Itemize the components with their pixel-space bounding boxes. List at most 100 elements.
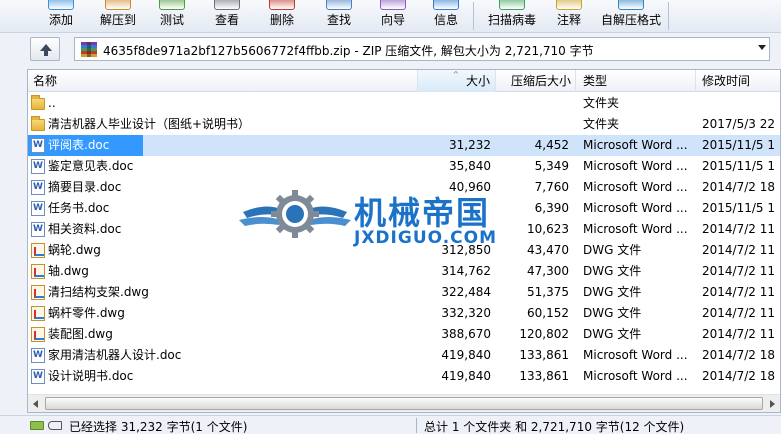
- dwg-file-icon: [31, 327, 45, 342]
- file-packed-size: [496, 93, 574, 114]
- file-row[interactable]: 鉴定意见表.doc 35,840 5,349 Microsoft Word ... 20…: [28, 156, 780, 177]
- file-name: 轴.dwg: [48, 264, 89, 278]
- toolbar-button-label: 信息: [433, 13, 458, 27]
- file-row[interactable]: 清扫结构支架.dwg 322,484 51,375 DWG 文件 2014/7/2 11: [28, 282, 780, 303]
- toolbar-button-3[interactable]: 查看: [205, 0, 249, 33]
- file-name: 摘要目录.doc: [48, 180, 122, 194]
- file-row[interactable]: 轴.dwg 314,762 47,300 DWG 文件 2014/7/2 11: [28, 261, 780, 282]
- column-modified[interactable]: 修改时间: [696, 70, 780, 92]
- address-bar: 4635f8de971a2bf127b5606772f4ffbb.zip - Z…: [0, 35, 781, 64]
- file-name-cell: 设计说明书.doc: [28, 366, 418, 387]
- file-size: [418, 93, 496, 114]
- toolbar-button-4[interactable]: 删除: [262, 0, 302, 33]
- file-size: 332,320: [441, 306, 491, 320]
- file-modified: 2015/11/5 1: [702, 138, 775, 152]
- file-name-cell: 清洁机器人毕业设计（图纸+说明书）: [28, 114, 418, 135]
- column-packed[interactable]: 压缩后大小: [496, 70, 576, 92]
- file-size: 312,850: [441, 243, 491, 257]
- column-type-label: 类型: [583, 74, 608, 88]
- file-row[interactable]: 设计说明书.doc 419,840 133,861 Microsoft Word ..…: [28, 366, 780, 387]
- scroll-right-icon[interactable]: [770, 400, 775, 408]
- toolbar-button-1[interactable]: 解压到: [95, 0, 141, 33]
- file-row[interactable]: 蜗杆零件.dwg 332,320 60,152 DWG 文件 2014/7/2 11: [28, 303, 780, 324]
- file-row[interactable]: 装配图.dwg 388,670 120,802 DWG 文件 2014/7/2 11: [28, 324, 780, 345]
- dwg-file-icon: [31, 243, 45, 258]
- file-packed-size: 7,760: [534, 180, 569, 194]
- file-name: 清洁机器人毕业设计（图纸+说明书）: [48, 117, 251, 131]
- toolbar-button-label: 向导: [380, 13, 405, 27]
- file-packed-size: 133,861: [519, 369, 569, 383]
- toolbar-button-2[interactable]: 测试: [152, 0, 192, 33]
- file-name-cell: 任务书.doc: [28, 198, 418, 219]
- file-size: 40,960: [449, 180, 491, 194]
- file-type: Microsoft Word ...: [583, 180, 688, 194]
- column-type[interactable]: 类型: [576, 70, 696, 92]
- file-name-cell: 鉴定意见表.doc: [28, 156, 418, 177]
- file-size: [418, 114, 496, 135]
- file-packed-size: 43,470: [527, 243, 569, 257]
- file-row[interactable]: 家用清洁机器人设计.doc 419,840 133,861 Microsoft Wor…: [28, 345, 780, 366]
- file-name: 装配图.dwg: [48, 327, 113, 341]
- toolbar-button-0[interactable]: 添加: [41, 0, 81, 33]
- file-packed-size: 4,452: [534, 138, 569, 152]
- column-header: 名称 ^ 大小 压缩后大小 类型 修改时间: [28, 70, 780, 92]
- wizard-icon: [380, 0, 406, 10]
- file-row[interactable]: .. 文件夹: [28, 93, 780, 114]
- folder-icon: [31, 116, 45, 131]
- archive-path: 4635f8de971a2bf127b5606772f4ffbb.zip - Z…: [103, 44, 594, 58]
- file-type: Microsoft Word ...: [583, 138, 688, 152]
- toolbar-button-5[interactable]: 查找: [319, 0, 359, 33]
- toolbar-button-10[interactable]: 自解压格式: [598, 0, 664, 33]
- selection-status: 已经选择 31,232 字节(1 个文件): [69, 420, 248, 434]
- file-packed-size: 133,861: [519, 348, 569, 362]
- file-packed-size: 120,802: [519, 327, 569, 341]
- scroll-left-icon[interactable]: [33, 400, 38, 408]
- key-icon[interactable]: [48, 421, 62, 430]
- column-name[interactable]: 名称: [28, 70, 418, 92]
- scrollbar-thumb[interactable]: [45, 397, 763, 410]
- file-row[interactable]: 清洁机器人毕业设计（图纸+说明书） 文件夹 2017/5/3 22: [28, 114, 780, 135]
- drive-icon[interactable]: [30, 421, 44, 430]
- chevron-down-icon[interactable]: [758, 45, 766, 50]
- word-doc-icon: [31, 180, 45, 195]
- column-packed-label: 压缩后大小: [510, 74, 571, 88]
- file-row[interactable]: 相关资料.doc 10,623 Microsoft Word ... 2014/7/2…: [28, 219, 780, 240]
- toolbar-button-9[interactable]: 注释: [549, 0, 589, 33]
- file-size: 314,762: [441, 264, 491, 278]
- file-name: 评阅表.doc: [48, 138, 110, 152]
- file-name: 任务书.doc: [48, 201, 110, 215]
- file-name: 蜗轮.dwg: [48, 243, 101, 257]
- status-divider: [416, 418, 417, 433]
- file-row[interactable]: 评阅表.doc 31,232 4,452 Microsoft Word ... 2015…: [28, 135, 780, 156]
- file-name: 清扫结构支架.dwg: [48, 285, 149, 299]
- file-type: Microsoft Word ...: [583, 222, 688, 236]
- file-name: 设计说明书.doc: [48, 369, 134, 383]
- dwg-file-icon: [31, 285, 45, 300]
- file-type: DWG 文件: [583, 327, 642, 341]
- virus-scan-icon: [499, 0, 525, 10]
- file-row[interactable]: 摘要目录.doc 40,960 7,760 Microsoft Word ... 201…: [28, 177, 780, 198]
- dwg-file-icon: [31, 306, 45, 321]
- toolbar-button-6[interactable]: 向导: [373, 0, 413, 33]
- toolbar-button-label: 注释: [556, 13, 581, 27]
- up-folder-button[interactable]: [30, 37, 60, 61]
- file-row[interactable]: 任务书.doc 6,390 Microsoft Word ... 2015/11/5 …: [28, 198, 780, 219]
- column-size[interactable]: ^ 大小: [418, 70, 496, 92]
- toolbar-button-7[interactable]: 信息: [426, 0, 466, 33]
- file-name-cell: 相关资料.doc: [28, 219, 418, 240]
- horizontal-scrollbar[interactable]: [28, 394, 780, 412]
- toolbar-button-8[interactable]: 扫描病毒: [484, 0, 540, 33]
- file-modified: 2014/7/2 18: [702, 369, 775, 383]
- sfx-icon: [618, 0, 644, 10]
- file-row[interactable]: 蜗轮.dwg 312,850 43,470 DWG 文件 2014/7/2 11: [28, 240, 780, 261]
- file-modified: 2015/11/5 1: [702, 159, 775, 173]
- file-name-cell: 装配图.dwg: [28, 324, 418, 345]
- file-type: Microsoft Word ...: [583, 159, 688, 173]
- file-type: DWG 文件: [583, 285, 642, 299]
- file-size: [418, 198, 496, 219]
- path-combobox[interactable]: 4635f8de971a2bf127b5606772f4ffbb.zip - Z…: [74, 37, 770, 61]
- column-modified-label: 修改时间: [702, 74, 751, 88]
- file-modified: 2014/7/2 18: [702, 180, 775, 194]
- folder-icon: [31, 95, 45, 110]
- file-list[interactable]: 名称 ^ 大小 压缩后大小 类型 修改时间 .. 文件夹 清洁机器人毕业设计（图纸+…: [27, 69, 781, 413]
